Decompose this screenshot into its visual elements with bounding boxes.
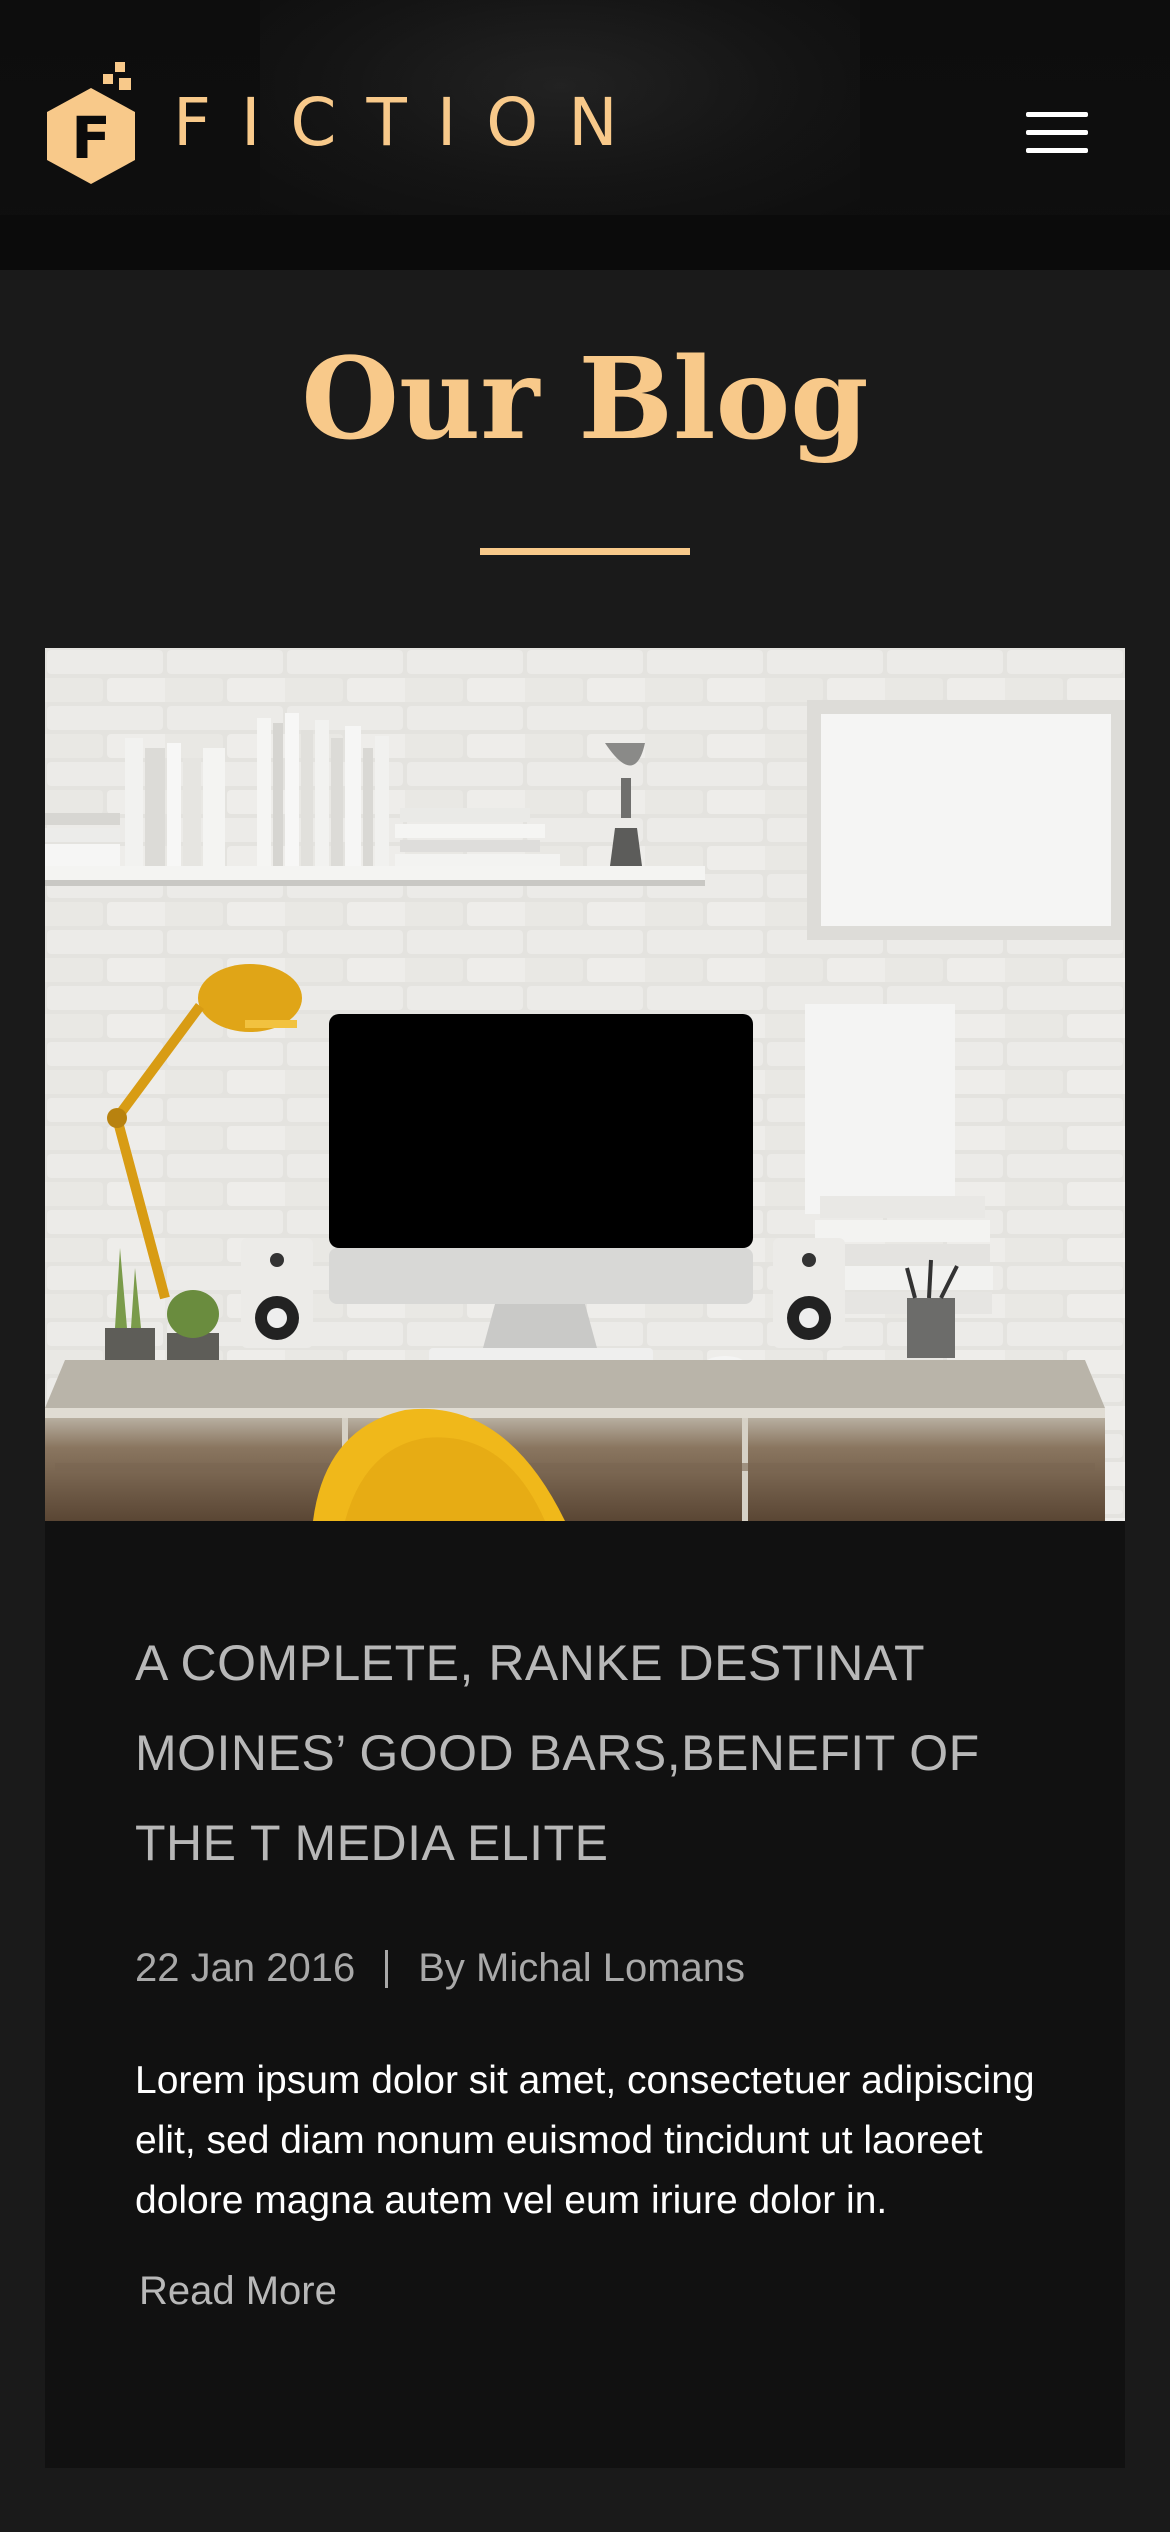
title-divider	[480, 548, 690, 555]
page-title: Our Blog	[301, 334, 869, 465]
post-excerpt: Lorem ipsum dolor sit amet, consectetuer…	[135, 2059, 1035, 2222]
read-more-link[interactable]: Read More	[139, 2269, 337, 2314]
logo-hexagon-icon: F	[47, 62, 135, 184]
post-content: A COMPLETE, RANKE DESTINAT MOINES’ GOOD …	[135, 1618, 1085, 2314]
post-author[interactable]: By Michal Lomans	[418, 1946, 745, 1991]
post-title[interactable]: A COMPLETE, RANKE DESTINAT MOINES’ GOOD …	[135, 1618, 1085, 1888]
meta-divider	[385, 1949, 389, 1988]
post-meta: 22 Jan 2016 By Michal Lomans	[135, 1946, 1085, 1991]
site-header: F FICTION	[0, 0, 1170, 270]
post-image[interactable]	[45, 648, 1125, 1521]
logo-wordmark: FICTION	[173, 84, 648, 161]
svg-text:F: F	[71, 104, 111, 172]
site-logo[interactable]: F FICTION	[45, 60, 648, 185]
blog-post-card: A COMPLETE, RANKE DESTINAT MOINES’ GOOD …	[45, 648, 1125, 2468]
hamburger-menu-icon[interactable]	[1022, 108, 1092, 158]
desk-workspace-photo	[45, 648, 1125, 1521]
post-date: 22 Jan 2016	[135, 1946, 356, 1990]
